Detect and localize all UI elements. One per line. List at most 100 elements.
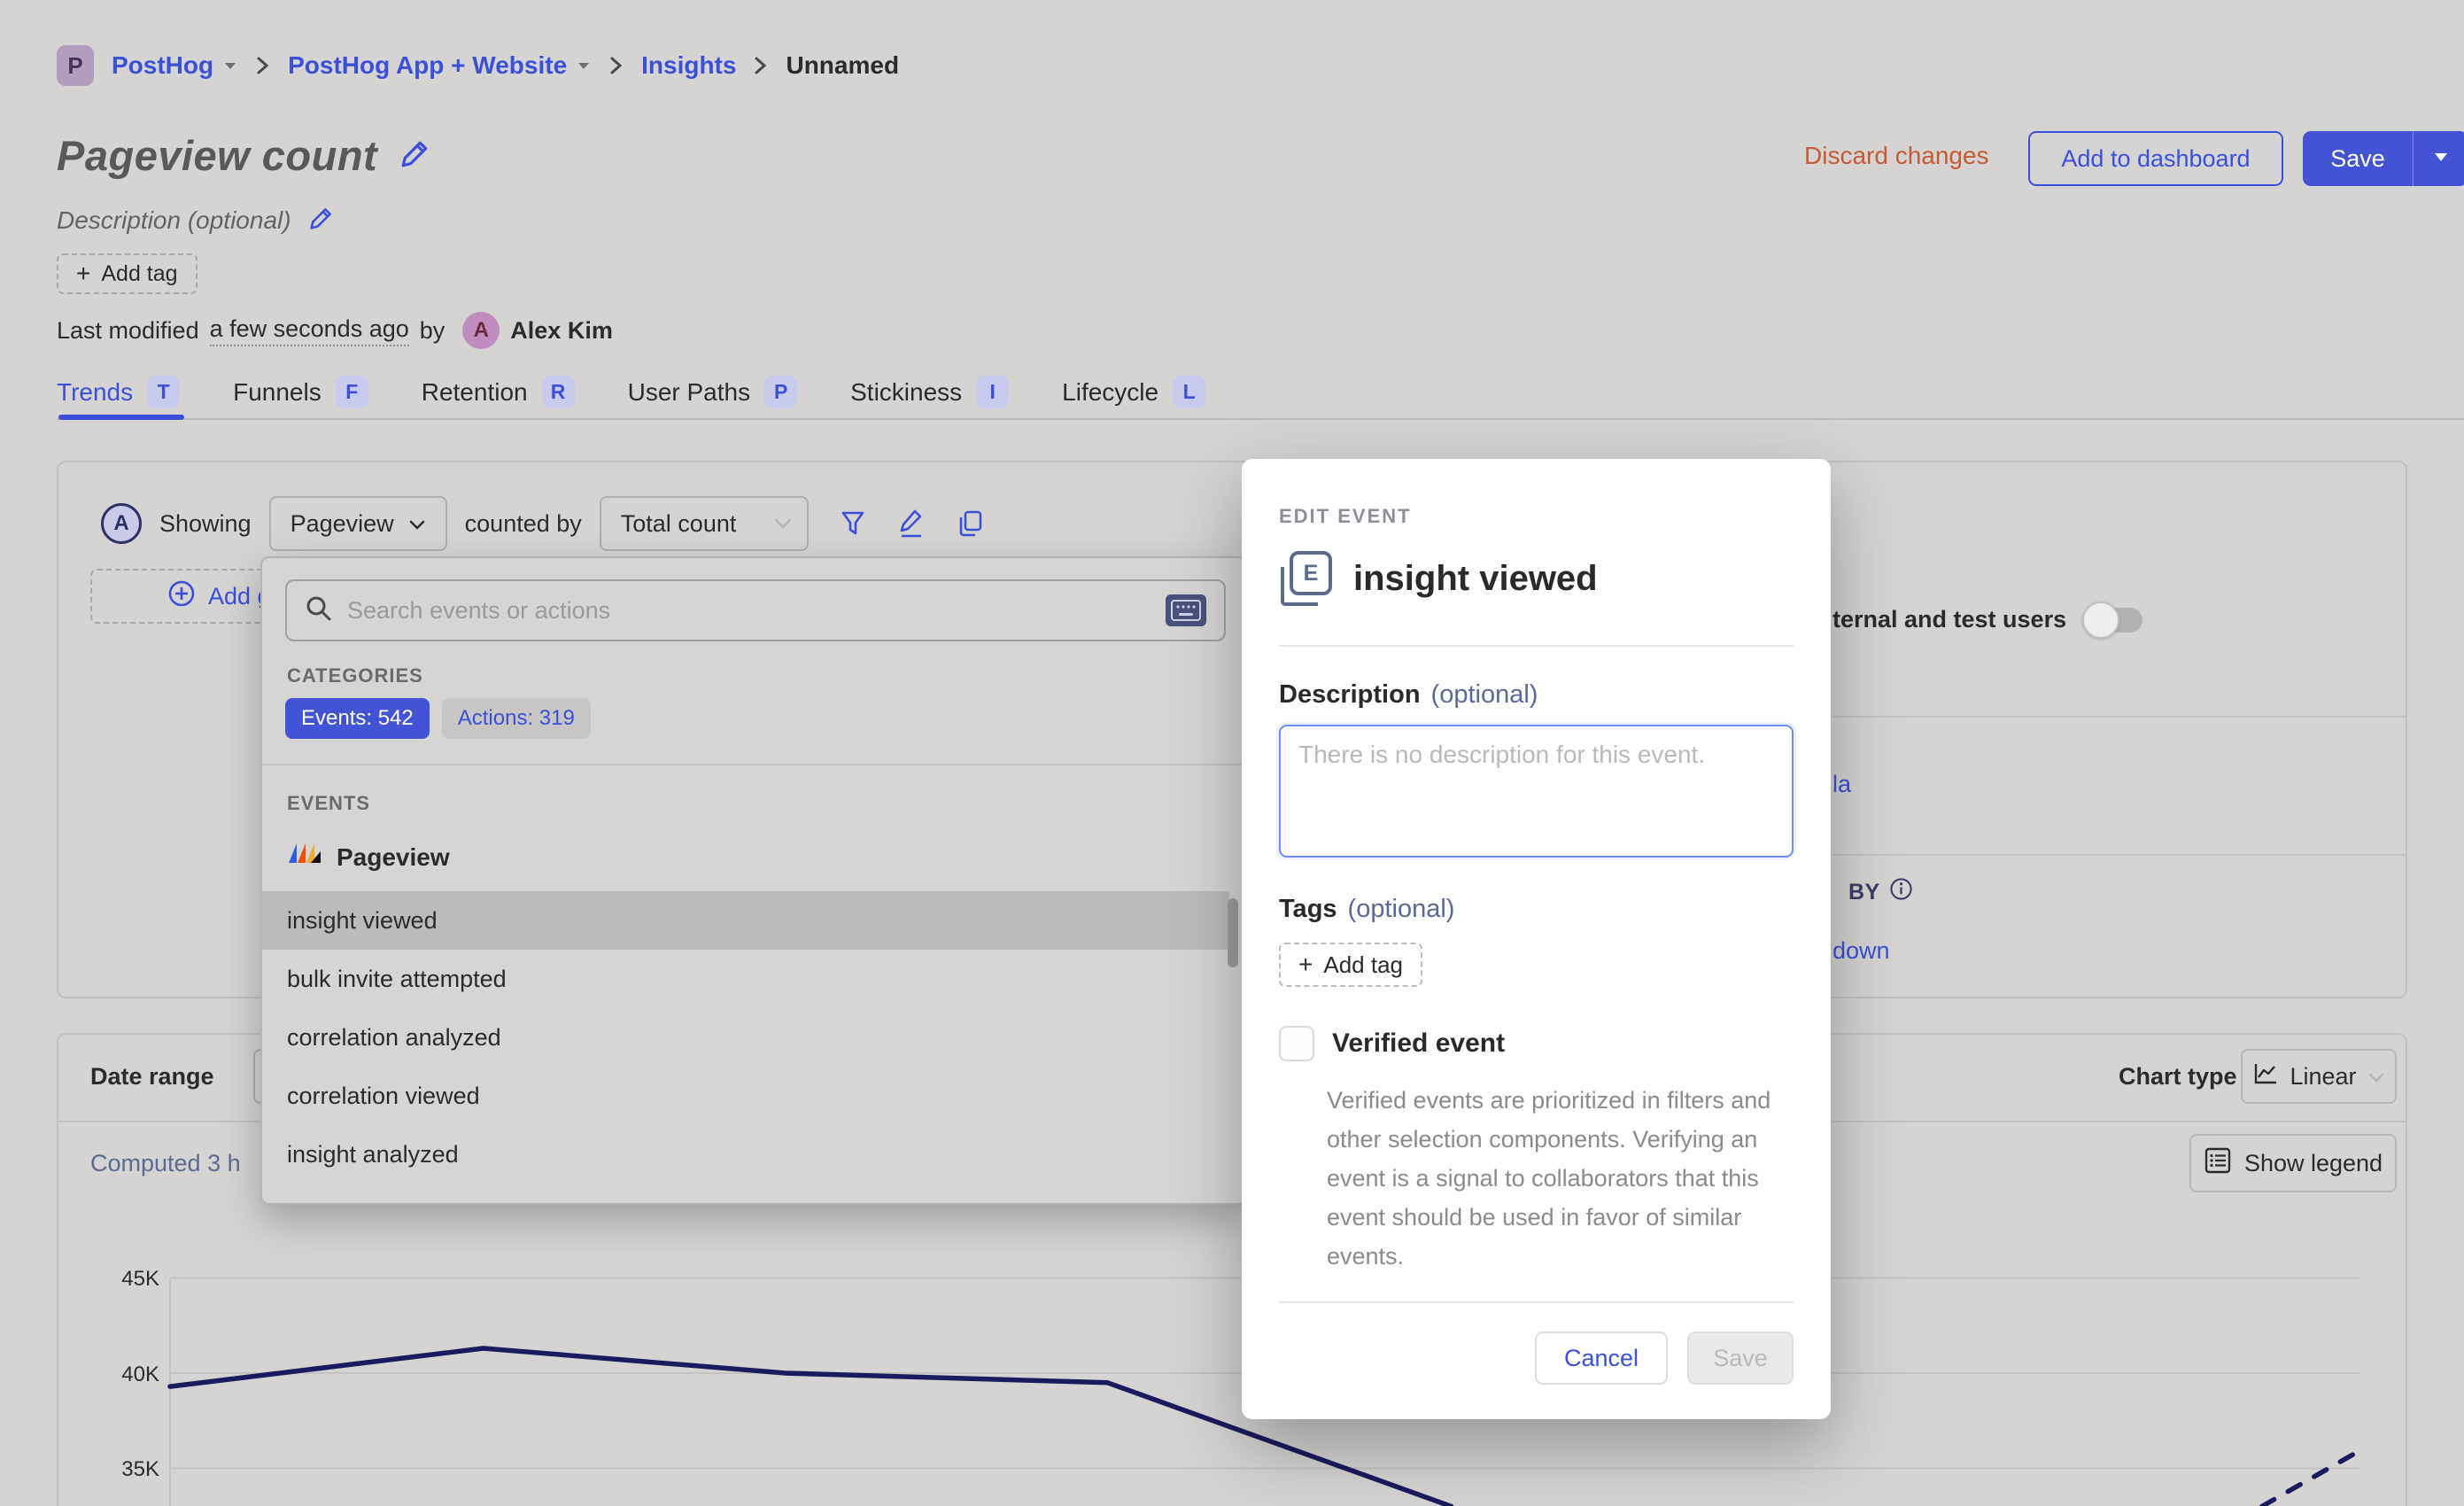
metric-select-button[interactable]: Total count (599, 496, 810, 551)
save-options-caret[interactable] (2413, 131, 2464, 186)
shortcut-badge: P (764, 376, 798, 408)
breadcrumb-item-org[interactable]: PostHog (112, 51, 238, 80)
plus-icon: + (76, 260, 91, 287)
event-group-header: Pageview (287, 840, 450, 874)
breadcrumb: P PostHog PostHog App + Website Insights… (57, 44, 899, 87)
edit-description-pencil-icon[interactable] (309, 206, 334, 235)
tabs-divider (57, 418, 2464, 420)
add-to-dashboard-button[interactable]: Add to dashboard (2028, 131, 2283, 186)
modal-title: insight viewed (1353, 558, 1598, 598)
event-list-item[interactable]: correlation analyzed (262, 1008, 1229, 1067)
internal-users-label: ternal and test users (1833, 606, 2067, 633)
event-list-item[interactable]: insight analyzed (262, 1125, 1229, 1184)
chevron-right-icon (609, 55, 624, 76)
modal-title-row: E insight viewed (1279, 551, 1598, 606)
avatar[interactable]: A (462, 312, 500, 349)
chart-type-label: Chart type (2119, 1063, 2237, 1090)
modal-footer-divider (1279, 1301, 1794, 1303)
filters-divider (1833, 716, 2406, 718)
add-breakdown-link-fragment[interactable]: down (1833, 937, 1890, 965)
chart-type-select[interactable]: Linear (2241, 1049, 2397, 1104)
save-split-button: Save (2303, 131, 2464, 186)
chip-actions[interactable]: Actions: 319 (441, 698, 591, 739)
keyboard-icon (1166, 594, 1206, 626)
tab-user-paths[interactable]: User Paths P (628, 376, 798, 408)
events-section-label: EVENTS (287, 792, 371, 814)
last-modified-row: Last modified a few seconds ago by A Ale… (57, 312, 613, 349)
event-description-textarea[interactable] (1279, 725, 1794, 858)
tab-lifecycle[interactable]: Lifecycle L (1062, 376, 1206, 408)
breadcrumb-item-project[interactable]: PostHog App + Website (288, 51, 592, 80)
rename-pencil-icon[interactable] (897, 508, 926, 539)
add-tag-label: Add tag (101, 260, 178, 286)
description-label-row: Description (optional) (1279, 680, 1538, 709)
add-tag-button[interactable]: + Add tag (57, 253, 198, 294)
shortcut-badge: I (976, 376, 1010, 408)
chevron-down-icon (2367, 1063, 2385, 1091)
posthog-logo-icon (287, 840, 324, 874)
org-avatar[interactable]: P (57, 45, 94, 86)
event-list-item[interactable]: insight viewed (262, 891, 1229, 950)
shortcut-badge: F (335, 376, 368, 408)
plus-icon: + (1298, 951, 1313, 978)
event-list-item[interactable]: bulk invite attempted (262, 950, 1229, 1008)
save-button[interactable]: Save (2303, 131, 2413, 186)
modified-prefix: Last modified (57, 316, 199, 344)
shortcut-badge: L (1173, 376, 1206, 408)
chip-events[interactable]: Events: 542 (285, 698, 430, 739)
edit-title-pencil-icon[interactable] (400, 138, 430, 173)
modal-add-tag-button[interactable]: + Add tag (1279, 943, 1422, 987)
page-title: Pageview count (57, 132, 378, 179)
modal-buttons: Cancel Save (1535, 1331, 1794, 1385)
series-letter-badge[interactable]: A (101, 503, 142, 544)
tab-trends[interactable]: Trends T (57, 376, 181, 408)
active-tab-underline (58, 415, 184, 420)
discard-changes-button[interactable]: Discard changes (1804, 142, 1989, 170)
showing-label: Showing (159, 509, 252, 537)
breadcrumb-item-insights[interactable]: Insights (641, 51, 736, 80)
tab-funnels[interactable]: Funnels F (233, 376, 368, 408)
description-placeholder: Description (optional) (57, 206, 291, 234)
event-picker-popover: CATEGORIES Events: 542 Actions: 319 EVEN… (260, 556, 1247, 1205)
tab-stickiness[interactable]: Stickiness I (850, 376, 1010, 408)
event-select-button[interactable]: Pageview (268, 496, 447, 551)
info-icon[interactable] (1889, 877, 1913, 907)
modal-divider (1279, 645, 1794, 647)
event-search-input[interactable] (347, 596, 1151, 625)
modified-time[interactable]: a few seconds ago (209, 315, 409, 346)
search-icon (305, 594, 333, 627)
formula-link-fragment[interactable]: la (1833, 771, 1851, 798)
event-list: insight viewed bulk invite attempted cor… (262, 891, 1229, 1184)
picker-divider (262, 764, 1245, 765)
internal-users-row: ternal and test users (1833, 601, 2143, 639)
modal-kicker: EDIT EVENT (1279, 505, 1412, 527)
internal-users-toggle[interactable] (2082, 601, 2143, 639)
posthog-app: { "breadcrumb": { "org_initial": "P", "i… (0, 0, 2464, 1506)
trend-line-dashed-projection (2259, 1448, 2363, 1506)
scrollbar-thumb[interactable] (1228, 898, 1238, 967)
series-row: A Showing Pageview counted by Total coun… (101, 496, 984, 551)
duplicate-icon[interactable] (956, 509, 984, 538)
cancel-button[interactable]: Cancel (1535, 1331, 1668, 1385)
chevron-right-icon (754, 55, 768, 76)
tags-label-row: Tags (optional) (1279, 895, 1455, 923)
shortcut-badge: R (541, 376, 575, 408)
edit-event-modal: EDIT EVENT E insight viewed Description … (1242, 459, 1831, 1419)
filter-icon[interactable] (839, 509, 867, 538)
author-name: Alex Kim (510, 316, 613, 344)
description-row: Description (optional) (57, 206, 334, 235)
modal-save-button-disabled[interactable]: Save (1687, 1331, 1794, 1385)
caret-down-icon (222, 60, 238, 71)
legend-icon (2204, 1146, 2232, 1181)
computed-status-fragment: Computed 3 h (90, 1150, 241, 1176)
categories-label: CATEGORIES (287, 664, 423, 687)
chevron-right-icon (256, 55, 270, 76)
shortcut-badge: T (147, 376, 181, 408)
filters-divider (1833, 854, 2406, 856)
verified-event-label: Verified event (1332, 1029, 1506, 1058)
event-list-item[interactable]: correlation viewed (262, 1067, 1229, 1125)
breadcrumb-current: Unnamed (786, 51, 900, 79)
verified-event-checkbox[interactable] (1279, 1026, 1314, 1061)
show-legend-button[interactable]: Show legend (2189, 1134, 2397, 1192)
tab-retention[interactable]: Retention R (422, 376, 575, 408)
